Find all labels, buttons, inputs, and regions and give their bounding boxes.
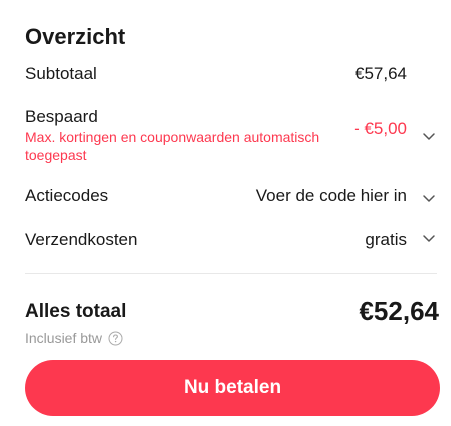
saved-note: Max. kortingen en couponwaarden automati… [25, 129, 320, 163]
pay-now-button[interactable]: Nu betalen [25, 360, 440, 416]
total-value: €52,64 [359, 296, 439, 326]
saved-row[interactable]: Bespaard Max. kortingen en couponwaarden… [25, 107, 437, 167]
subtotal-row: Subtotaal €57,64 [25, 64, 437, 88]
summary-title: Overzicht [25, 24, 126, 49]
vat-note: Inclusief btw [25, 330, 123, 346]
subtotal-value: €57,64 [355, 64, 407, 83]
shipping-row[interactable]: Verzendkosten gratis [25, 230, 437, 254]
chevron-down-icon[interactable] [421, 230, 437, 246]
promo-codes-row[interactable]: Actiecodes Voer de code hier in [25, 186, 437, 210]
divider [25, 273, 437, 274]
chevron-down-icon[interactable] [421, 128, 437, 144]
chevron-down-icon[interactable] [421, 190, 437, 206]
saved-label: Bespaard [25, 107, 98, 126]
total-label: Alles totaal [25, 301, 127, 322]
subtotal-label: Subtotaal [25, 64, 97, 83]
saved-value: - €5,00 [354, 119, 407, 138]
shipping-label: Verzendkosten [25, 230, 138, 249]
promo-code-entry[interactable]: Voer de code hier in [256, 186, 407, 206]
vat-note-text: Inclusief btw [25, 330, 103, 346]
shipping-value: gratis [365, 230, 407, 249]
promo-codes-label: Actiecodes [25, 186, 109, 205]
question-circle-icon[interactable] [108, 331, 123, 346]
